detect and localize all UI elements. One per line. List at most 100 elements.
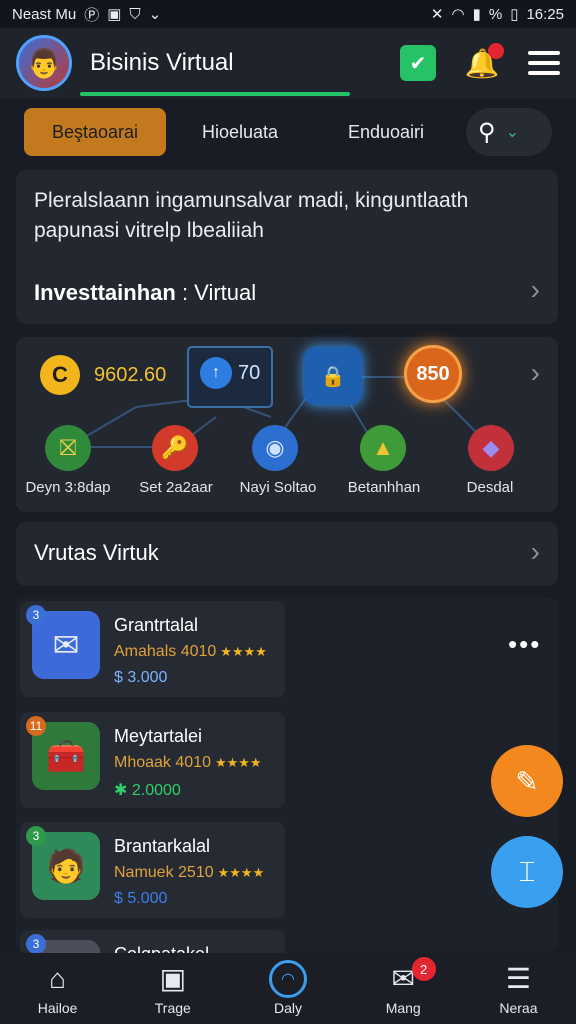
node-2-label: Set 2a2aar	[139, 479, 213, 496]
circle-p-icon: Ⓟ	[84, 6, 100, 24]
item-name: Grantrtalal	[114, 615, 199, 635]
list-item[interactable]: ✉ 3 Grantrtalal Amahals 4010 ★★★★ $ 3.000	[20, 601, 285, 697]
item-meta: Namuek 2510 ★★★★	[114, 864, 264, 882]
search-icon: ⚲	[478, 118, 496, 146]
item-meta: Amahals 4010 ★★★★	[114, 643, 267, 661]
tab-bar: Beştaoarai Hioeluata Enduoairi ⚲ ⌄	[0, 104, 576, 160]
edit-icon: ✎	[515, 765, 539, 797]
star-rating-icon: ★★★★	[214, 755, 262, 770]
nav-daily[interactable]: ◠ Daly	[230, 953, 345, 1024]
info-subtitle: Investtainhan : Virtual	[34, 280, 256, 306]
item-meta: Mhoaak 4010 ★★★★	[114, 754, 262, 772]
section-title: Vrutas Virtuk	[34, 540, 159, 565]
item-rating: 4010	[175, 754, 211, 771]
info-subtitle-rest: : Virtual	[181, 280, 257, 305]
cursor-icon: ⌶	[518, 855, 536, 887]
info-description: Pleralslaann ingamunsalvar madi, kingunt…	[34, 189, 469, 242]
avatar[interactable]: 👨	[16, 35, 72, 91]
list-item[interactable]: 🧰 11 Meytartalei Mhoaak 4010 ★★★★ ✱ 2.0000	[20, 712, 285, 808]
notification-bell-icon[interactable]: 🔔	[462, 43, 504, 83]
chevron-right-icon[interactable]: ›	[531, 274, 540, 306]
nav-messages[interactable]: ✉ Mang 2	[346, 953, 461, 1024]
chevron-right-icon[interactable]: ›	[531, 357, 540, 389]
check-glyph: ✔	[409, 52, 427, 75]
mute-icon: ✕	[430, 6, 444, 23]
more-options-icon[interactable]: •••	[508, 629, 541, 660]
item-rating: 2510	[178, 864, 214, 881]
item-rating: 4010	[180, 643, 217, 660]
thumb-glyph: ✉	[52, 627, 80, 663]
item-badge: 11	[26, 716, 46, 736]
nav-label: Trage	[154, 999, 191, 1016]
search-button[interactable]: ⚲ ⌄	[466, 108, 552, 156]
shield-check-icon[interactable]: ✔	[400, 45, 436, 81]
item-category: Mhoaak	[114, 754, 171, 771]
nav-trade[interactable]: ▣ Trage	[115, 953, 230, 1024]
info-subtitle-bold: Investtainhan	[34, 280, 176, 305]
coin-stat: C 9602.60	[40, 355, 166, 395]
folder-icon: 📁3	[26, 934, 100, 953]
node-4-icon[interactable]: ▲	[360, 425, 406, 471]
list-item[interactable]: 📁3 Colqpatakel	[20, 930, 285, 953]
app-header: 👨 Bisinis Virtual ✔ 🔔	[0, 28, 576, 98]
node-5-label: Desdal	[466, 479, 514, 496]
wifi-icon: ◠	[451, 6, 465, 23]
chevron-down-icon: ⌄	[505, 124, 519, 141]
node-5-icon[interactable]: ◆	[468, 425, 514, 471]
edit-fab[interactable]: ✎	[491, 745, 563, 817]
status-bar: Neast Mu Ⓟ ▣ ⛉ ⌄ ✕ ◠ ▮ % ▯ 16:25	[0, 0, 576, 28]
item-badge: 3	[26, 826, 46, 846]
nav-label: Hailoe	[37, 999, 78, 1016]
bottom-navigation: ⌂ Hailoe ▣ Trage ◠ Daly ✉ Mang 2 ☰ Neraa	[0, 953, 576, 1024]
nav-more[interactable]: ☰ Neraa	[461, 953, 576, 1024]
item-price: ✱ 2.0000	[114, 782, 181, 799]
envelope-icon: ✉ 3	[26, 605, 100, 679]
growth-stat: ↑ 70	[200, 357, 260, 389]
app-title: Bisinis Virtual	[90, 49, 234, 76]
shield-icon: ⛉	[129, 5, 141, 23]
notification-dot	[488, 43, 504, 59]
list-item[interactable]: 🧑 3 Brantarkalal Namuek 2510 ★★★★ $ 5.000	[20, 822, 285, 918]
person-icon: 🧑 3	[26, 826, 100, 900]
tab-3[interactable]: Enduoairi	[314, 108, 458, 156]
lock-node-icon[interactable]: 🔒	[304, 347, 362, 405]
battery-icon: ▯	[510, 6, 519, 23]
thumb-glyph: 🧑	[46, 848, 86, 884]
star-rating-icon: ★★★★	[220, 644, 267, 659]
header-progress-bar	[80, 92, 350, 96]
info-card[interactable]: Pleralslaann ingamunsalvar madi, kingunt…	[16, 170, 558, 324]
score-badge[interactable]: 850	[404, 345, 462, 403]
item-price: $ 5.000	[114, 890, 168, 907]
chevron-right-icon[interactable]: ›	[531, 536, 540, 568]
item-badge: 3	[26, 934, 46, 953]
node-1-icon[interactable]: ⛝	[45, 425, 91, 471]
signal-icon: ▮	[472, 6, 481, 23]
hamburger-menu-icon[interactable]	[528, 51, 560, 75]
tab-2[interactable]: Hioeluata	[166, 108, 314, 156]
item-name: Colqpatakel	[114, 944, 209, 953]
product-list: ✉ 3 Grantrtalal Amahals 4010 ★★★★ $ 3.000 …	[16, 597, 558, 953]
item-name: Meytartalei	[114, 726, 203, 746]
item-category: Namuek	[114, 864, 174, 881]
network-graph-card[interactable]: C 9602.60 ↑ 70 🔒 850 › ⛝ Deyn 3:8dap 🔑 S…	[16, 337, 558, 512]
chevron-icon: ⌄	[148, 6, 162, 23]
item-badge: 3	[26, 605, 46, 625]
item-name: Brantarkalal	[114, 836, 211, 856]
coin-value: 9602.60	[94, 363, 167, 386]
node-4-label: Betanhhan	[347, 479, 421, 496]
notification-count-badge: 2	[411, 957, 436, 981]
arrow-up-icon: ↑	[200, 357, 232, 389]
clock: 16:25	[526, 5, 564, 23]
section-header-card[interactable]: Vrutas Virtuk ›	[16, 522, 558, 586]
node-1-label: Deyn 3:8dap	[25, 479, 111, 496]
node-2-icon[interactable]: 🔑	[152, 425, 198, 471]
node-3-label: Nayi Soltao	[239, 479, 317, 496]
nav-home[interactable]: ⌂ Hailoe	[0, 953, 115, 1024]
action-fab[interactable]: ⌶	[491, 836, 563, 908]
node-3-icon[interactable]: ◉	[252, 425, 298, 471]
thumb-glyph: 🧰	[46, 738, 86, 774]
tab-1[interactable]: Beştaoarai	[24, 108, 166, 156]
coin-icon: C	[40, 355, 80, 395]
star-rating-icon: ★★★★	[217, 865, 265, 880]
home-icon: ⌂	[49, 962, 67, 994]
